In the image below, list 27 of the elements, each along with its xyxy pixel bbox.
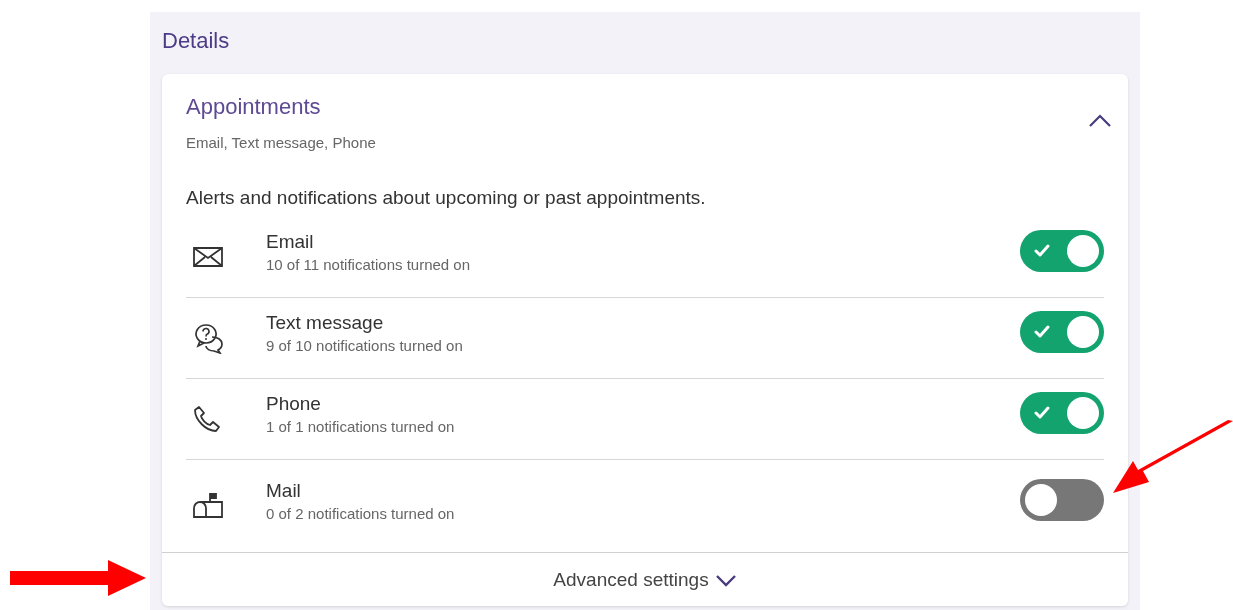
- check-icon: [1034, 244, 1050, 258]
- category-title: Appointments: [186, 94, 322, 120]
- channel-status: 0 of 2 notifications turned on: [266, 505, 456, 522]
- channel-name: Email: [266, 231, 315, 253]
- section-heading: Details: [162, 28, 231, 54]
- toggle-switch[interactable]: [1020, 479, 1104, 521]
- arrow-icon: [8, 558, 148, 598]
- chevron-icon[interactable]: [1088, 113, 1112, 128]
- check-icon: [1034, 325, 1050, 339]
- toggle-switch[interactable]: [1020, 311, 1104, 353]
- envelope-icon: [192, 245, 224, 269]
- mailbox-icon: [192, 492, 224, 520]
- category-description: Alerts and notifications about upcoming or past appointments.: [185, 186, 707, 209]
- channel-name: Mail: [266, 480, 302, 502]
- channel-name: Phone: [266, 393, 322, 415]
- toggle-switch[interactable]: [1020, 392, 1104, 434]
- channel-status: 1 of 1 notifications turned on: [266, 418, 456, 435]
- channel-status: 9 of 10 notifications turned on: [266, 337, 464, 354]
- check-icon: [1034, 406, 1050, 420]
- advanced-settings-button[interactable]: Advanced settings: [549, 564, 741, 595]
- channel-name: Text message: [266, 312, 385, 334]
- channel-status: 10 of 11 notifications turned on: [266, 256, 472, 273]
- chevron-icon: [714, 572, 737, 587]
- category-summary: Email, Text message, Phone: [186, 134, 376, 151]
- chat-bubbles-icon: [192, 322, 226, 354]
- phone-icon: [192, 404, 222, 434]
- toggle-switch[interactable]: [1020, 230, 1104, 272]
